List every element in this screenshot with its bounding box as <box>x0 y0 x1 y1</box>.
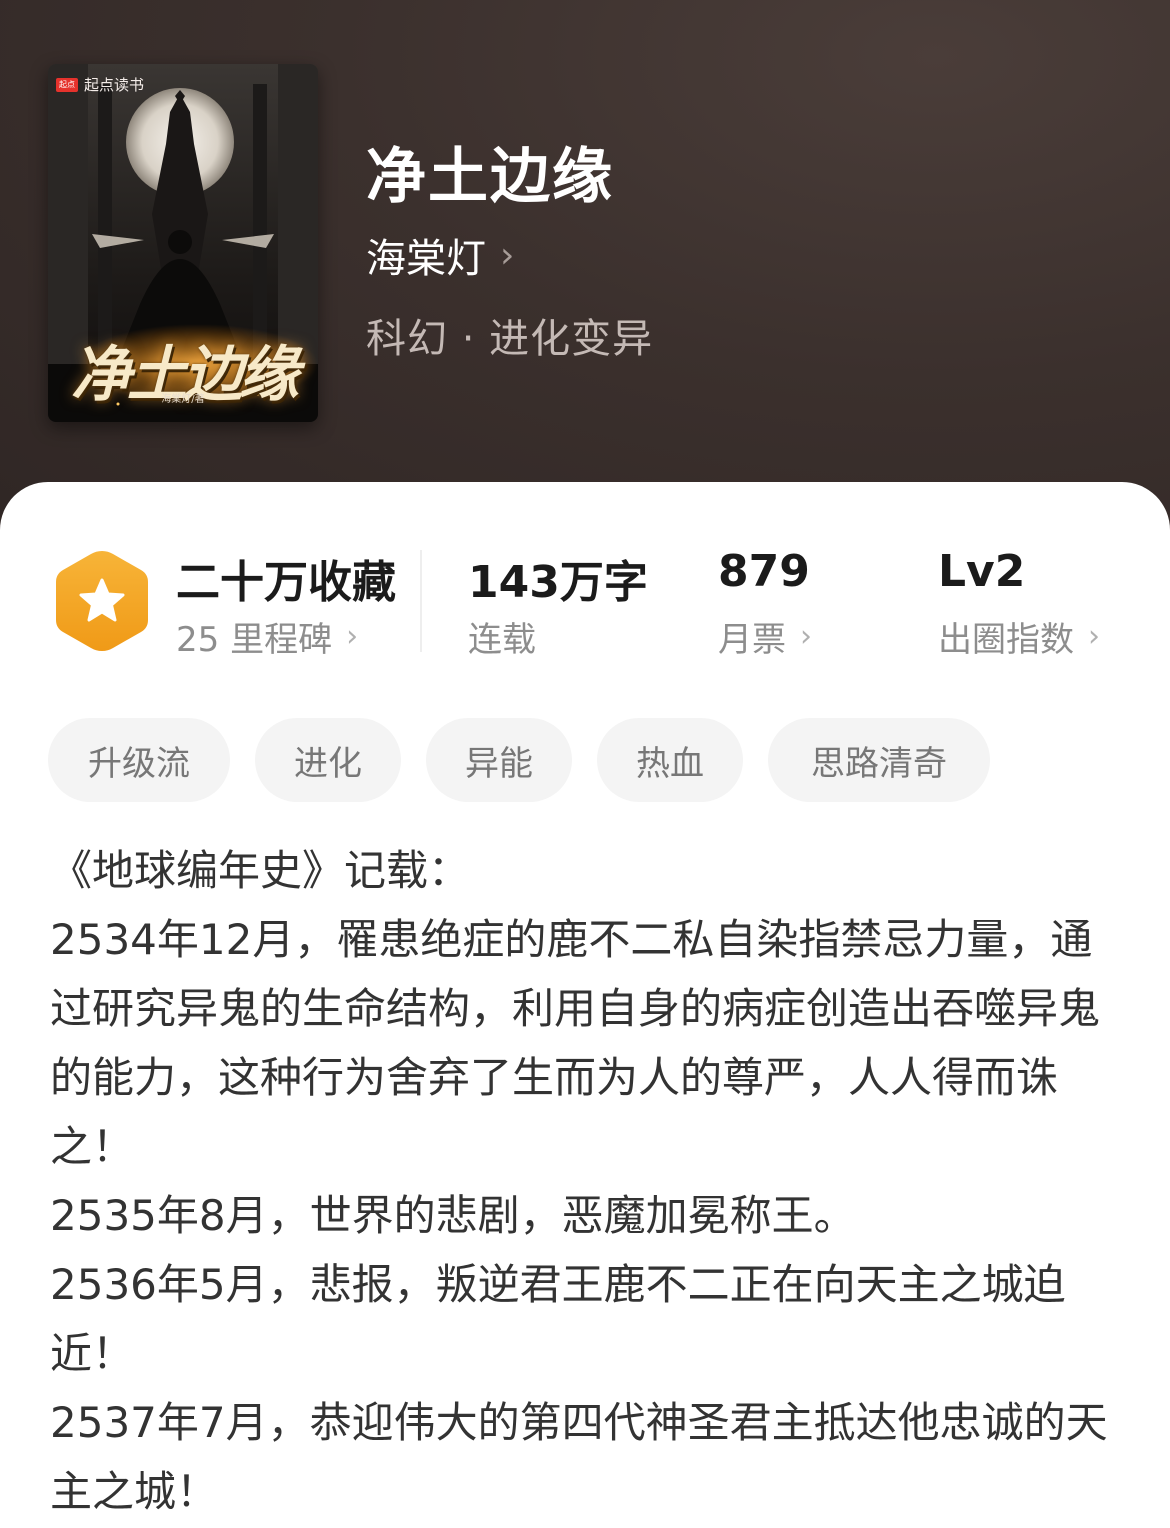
book-genre: 科幻 · 进化变异 <box>366 316 654 362</box>
breakout-level: Lv2 <box>938 546 1026 597</box>
chevron-right-icon: › <box>346 619 359 654</box>
breakout-index-label: 出圈指数 <box>938 620 1074 660</box>
stats-divider <box>420 550 422 652</box>
synopsis-paragraph: 《地球编年史》记载： <box>50 846 471 895</box>
author-name: 海棠灯 <box>366 236 486 282</box>
milestone-link[interactable]: 25 里程碑 › <box>176 612 358 661</box>
tag-chip[interactable]: 异能 <box>426 718 572 802</box>
book-cover[interactable]: 起点 起点读书 净土边缘 海棠灯/著 <box>48 64 318 422</box>
cover-author: 海棠灯/著 <box>161 394 205 405</box>
synopsis-paragraph: 2535年8月，世界的悲剧，恶魔加冕称王。 <box>50 1191 856 1240</box>
chevron-right-icon: › <box>800 619 812 654</box>
serial-status-label: 连载 <box>468 620 536 660</box>
word-count: 143万字 <box>468 557 648 608</box>
serial-status: 连载 <box>468 612 536 661</box>
cover-brand: 起点 起点读书 <box>56 74 144 95</box>
book-synopsis: 《地球编年史》记载： 2534年12月，罹患绝症的鹿不二私自染指禁忌力量，通过研… <box>50 836 1130 1526</box>
cover-brand-label: 起点读书 <box>84 76 145 94</box>
tag-chip[interactable]: 进化 <box>255 718 401 802</box>
qidian-logo-icon: 起点 <box>56 77 78 92</box>
monthly-ticket-count: 879 <box>718 546 810 597</box>
collection-count: 二十万收藏 <box>176 557 396 608</box>
synopsis-paragraph: 2536年5月，悲报，叛逆君王鹿不二正在向天主之城迫近！ <box>50 1260 1066 1378</box>
breakout-index-link[interactable]: 出圈指数 › <box>938 612 1100 661</box>
tag-chip[interactable]: 热血 <box>597 718 743 802</box>
milestone-label: 25 里程碑 <box>176 620 333 660</box>
author-link[interactable]: 海棠灯 › <box>366 226 514 284</box>
synopsis-paragraph: 2537年7月，恭迎伟大的第四代神圣君主抵达他忠诚的天主之城！ <box>50 1398 1108 1516</box>
tag-chip[interactable]: 思路清奇 <box>768 718 990 802</box>
star-badge-icon <box>56 551 148 651</box>
book-title: 净土边缘 <box>366 142 614 212</box>
synopsis-paragraph: 2534年12月，罹患绝症的鹿不二私自染指禁忌力量，通过研究异鬼的生命结构，利用… <box>50 915 1101 1171</box>
monthly-ticket-link[interactable]: 月票 › <box>718 612 812 661</box>
monthly-ticket-label: 月票 <box>718 620 786 660</box>
chevron-right-icon: › <box>500 234 515 276</box>
chevron-right-icon: › <box>1088 619 1100 654</box>
tag-chip[interactable]: 升级流 <box>48 718 230 802</box>
